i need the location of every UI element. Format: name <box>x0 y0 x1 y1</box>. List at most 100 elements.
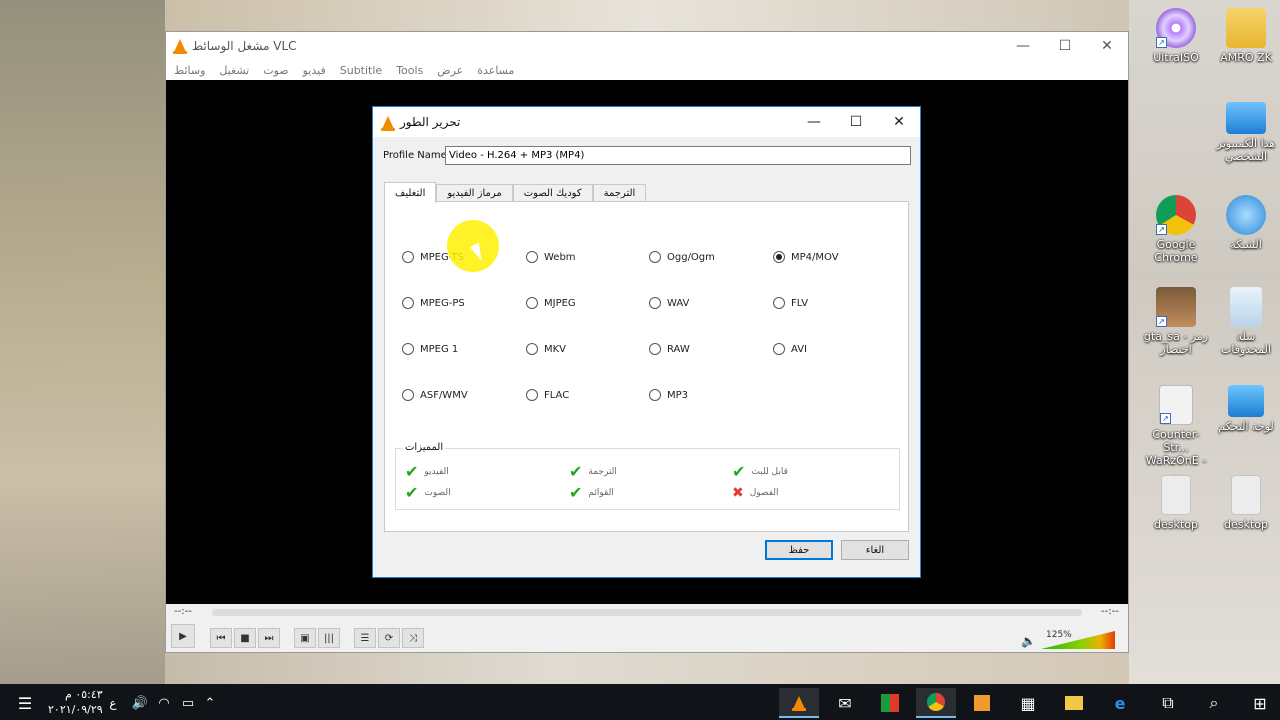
extended-settings-button[interactable]: ||| <box>318 628 340 648</box>
cancel-button[interactable]: الغاء <box>841 540 909 560</box>
taskbar-store-icon[interactable]: ▦ <box>1008 688 1048 718</box>
format-radio-mp3[interactable]: MP3 <box>649 389 688 401</box>
save-button[interactable]: حفظ <box>765 540 833 560</box>
taskbar-edge-icon[interactable]: e <box>1100 688 1140 718</box>
desktop-icon-label: هذا الكمبيوتر الشخصي <box>1216 137 1276 163</box>
maximize-button[interactable]: ☐ <box>1044 32 1086 59</box>
loop-button[interactable]: ⟳ <box>378 628 400 648</box>
menu-help[interactable]: مساعدة <box>477 64 514 77</box>
format-radio-webm[interactable]: Webm <box>526 251 576 263</box>
radio-dot[interactable] <box>402 343 414 355</box>
desktop-icon-ultraiso[interactable]: ↗ UltraISO <box>1143 8 1209 64</box>
taskbar-vlc-icon[interactable] <box>779 688 819 718</box>
desktop-background-bottom <box>165 653 1129 684</box>
seek-slider[interactable] <box>212 609 1082 616</box>
radio-dot[interactable] <box>526 389 538 401</box>
language-indicator[interactable]: ع <box>102 688 124 718</box>
taskbar-explorer-icon[interactable] <box>1054 688 1094 718</box>
taskbar-media-icon[interactable] <box>962 688 1002 718</box>
desktop-icon-desktop-file[interactable]: desktop <box>1213 475 1279 531</box>
feature-chapters: ✖ الفصول <box>732 486 779 500</box>
radio-dot[interactable] <box>649 297 661 309</box>
dialog-maximize-button[interactable]: ☐ <box>835 107 877 137</box>
start-button-icon[interactable]: ⊞ <box>1240 688 1280 718</box>
desktop-icon-desktop-file[interactable]: desktop <box>1143 475 1209 531</box>
format-radio-mkv[interactable]: MKV <box>526 343 566 355</box>
format-radio-mpeg-ps[interactable]: MPEG-PS <box>402 297 465 309</box>
menu-audio[interactable]: صوت <box>263 64 288 77</box>
dialog-close-button[interactable]: ✕ <box>878 107 920 137</box>
tab-audio-codec[interactable]: كوديك الصوت <box>512 184 593 202</box>
tab-video-codec[interactable]: مرماز الفيديو <box>436 184 513 202</box>
shuffle-button[interactable]: ⤨ <box>402 628 424 648</box>
fullscreen-button[interactable]: ▣ <box>294 628 316 648</box>
radio-dot[interactable] <box>526 343 538 355</box>
playlist-button[interactable]: ☰ <box>354 628 376 648</box>
format-radio-raw[interactable]: RAW <box>649 343 690 355</box>
clock[interactable]: ٠٥:٤٣ م ٢٠٢١/٠٩/٢٩ <box>48 687 103 717</box>
tab-encapsulation[interactable]: التغليف <box>384 182 437 203</box>
radio-dot[interactable] <box>402 297 414 309</box>
search-icon[interactable]: ⌕ <box>1194 688 1234 718</box>
radio-dot[interactable] <box>649 389 661 401</box>
radio-label: MJPEG <box>544 297 576 309</box>
radio-dot[interactable] <box>773 251 785 263</box>
desktop-icon-recycle-bin[interactable]: سلة المحذوفات <box>1213 287 1279 356</box>
radio-dot[interactable] <box>526 297 538 309</box>
taskbar-app-icon[interactable] <box>870 688 910 718</box>
desktop-icon-label: لوحة التحكم <box>1218 420 1274 433</box>
task-view-icon[interactable]: ⧉ <box>1148 688 1188 718</box>
notifications-icon[interactable]: ☰ <box>10 688 40 718</box>
radio-dot[interactable] <box>649 251 661 263</box>
format-radio-avi[interactable]: AVI <box>773 343 807 355</box>
menu-view[interactable]: عرض <box>437 64 463 77</box>
desktop-icon-chrome[interactable]: ↗ Google Chrome <box>1143 195 1209 264</box>
battery-icon[interactable]: ▭ <box>176 688 200 718</box>
taskbar-mail-icon[interactable]: ✉ <box>825 688 865 718</box>
radio-dot[interactable] <box>773 343 785 355</box>
previous-button[interactable]: ⏮ <box>210 628 232 648</box>
format-radio-ogg[interactable]: Ogg/Ogm <box>649 251 715 263</box>
menu-playback[interactable]: تشغيل <box>219 64 249 77</box>
menu-media[interactable]: وسائط <box>174 64 205 77</box>
feature-label: قابل للبث <box>751 467 788 477</box>
file-icon <box>1161 475 1191 515</box>
format-radio-asf[interactable]: ASF/WMV <box>402 389 468 401</box>
wifi-icon[interactable]: ◠ <box>152 688 176 718</box>
desktop-icon-gta[interactable]: ↗ gta_sa - رمز اختصار <box>1143 287 1209 356</box>
radio-dot[interactable] <box>649 343 661 355</box>
format-radio-wav[interactable]: WAV <box>649 297 689 309</box>
radio-dot[interactable] <box>402 389 414 401</box>
desktop-icon-counter-strike[interactable]: ↗ Counter-Str... WaRzOnE - ... <box>1143 385 1209 480</box>
close-button[interactable]: ✕ <box>1086 32 1128 59</box>
desktop-icon-network[interactable]: الشبكة <box>1213 195 1279 251</box>
play-button[interactable]: ▶ <box>171 624 195 648</box>
tab-subtitles[interactable]: الترجمة <box>592 184 647 202</box>
taskbar-chrome-icon[interactable] <box>916 688 956 718</box>
next-button[interactable]: ⏭ <box>258 628 280 648</box>
format-radio-flv[interactable]: FLV <box>773 297 808 309</box>
menu-tools[interactable]: Tools <box>396 64 423 77</box>
menu-video[interactable]: فيديو <box>303 64 326 77</box>
desktop-icon-control-panel[interactable]: لوحة التحكم <box>1213 385 1279 433</box>
format-radio-mpeg1[interactable]: MPEG 1 <box>402 343 458 355</box>
desktop-icon-this-pc[interactable]: هذا الكمبيوتر الشخصي <box>1213 102 1279 163</box>
radio-dot[interactable] <box>526 251 538 263</box>
radio-dot[interactable] <box>773 297 785 309</box>
chevron-up-icon[interactable]: ⌃ <box>198 688 222 718</box>
format-radio-mp4[interactable]: MP4/MOV <box>773 251 839 263</box>
file-icon <box>1231 475 1261 515</box>
profile-name-input[interactable] <box>445 146 911 165</box>
minimize-button[interactable]: — <box>1002 32 1044 59</box>
format-radio-mjpeg[interactable]: MJPEG <box>526 297 576 309</box>
dialog-minimize-button[interactable]: — <box>793 107 835 137</box>
format-radio-flac[interactable]: FLAC <box>526 389 569 401</box>
stop-button[interactable]: ■ <box>234 628 256 648</box>
radio-label: MP3 <box>667 389 689 401</box>
settings-file-icon: ↗ <box>1159 385 1193 425</box>
radio-dot[interactable] <box>402 251 414 263</box>
menu-subtitle[interactable]: Subtitle <box>340 64 382 77</box>
speaker-icon[interactable]: 🔈 <box>1021 634 1036 648</box>
volume-icon[interactable]: 🔊 <box>128 688 152 718</box>
desktop-icon-amro[interactable]: AMRO ZK <box>1213 8 1279 64</box>
